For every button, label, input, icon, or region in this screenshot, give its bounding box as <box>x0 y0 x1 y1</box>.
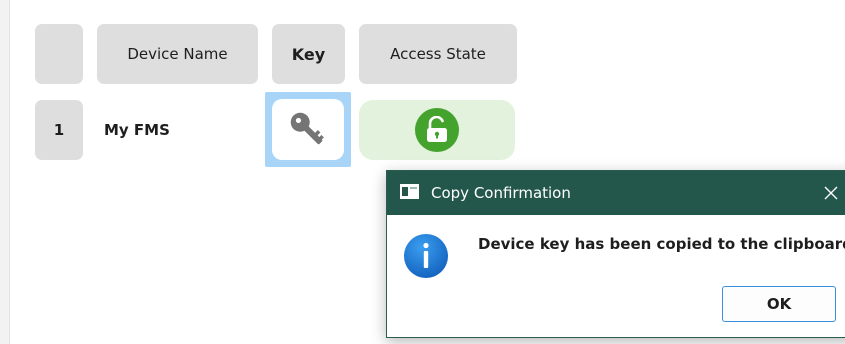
key-icon <box>290 112 324 144</box>
close-icon <box>824 186 838 200</box>
window-app-icon <box>400 184 419 199</box>
dialog-title: Copy Confirmation <box>431 184 571 202</box>
dialog-message: Device key has been copied to the clipbo… <box>478 235 845 253</box>
header-index-cell <box>35 24 83 84</box>
access-state-badge <box>415 108 459 152</box>
access-state-cell <box>359 100 515 160</box>
device-access-page: Device Name Key Access State 1 My FMS Co… <box>0 0 845 344</box>
ok-button[interactable]: OK <box>722 286 836 322</box>
header-device-name: Device Name <box>97 24 258 84</box>
info-icon <box>404 234 448 278</box>
left-window-edge <box>0 0 10 344</box>
copy-key-button[interactable] <box>265 92 351 167</box>
header-access-state: Access State <box>359 24 517 84</box>
unlocked-padlock-icon <box>427 116 447 142</box>
row-device-name: My FMS <box>104 121 170 139</box>
copy-confirmation-dialog: Copy Confirmation Device key has been co… <box>386 170 845 338</box>
dialog-titlebar[interactable]: Copy Confirmation <box>387 171 845 215</box>
dialog-close-button[interactable] <box>819 181 843 205</box>
row-index: 1 <box>35 100 83 160</box>
header-key: Key <box>272 24 345 84</box>
copy-key-button-face[interactable] <box>272 99 344 160</box>
